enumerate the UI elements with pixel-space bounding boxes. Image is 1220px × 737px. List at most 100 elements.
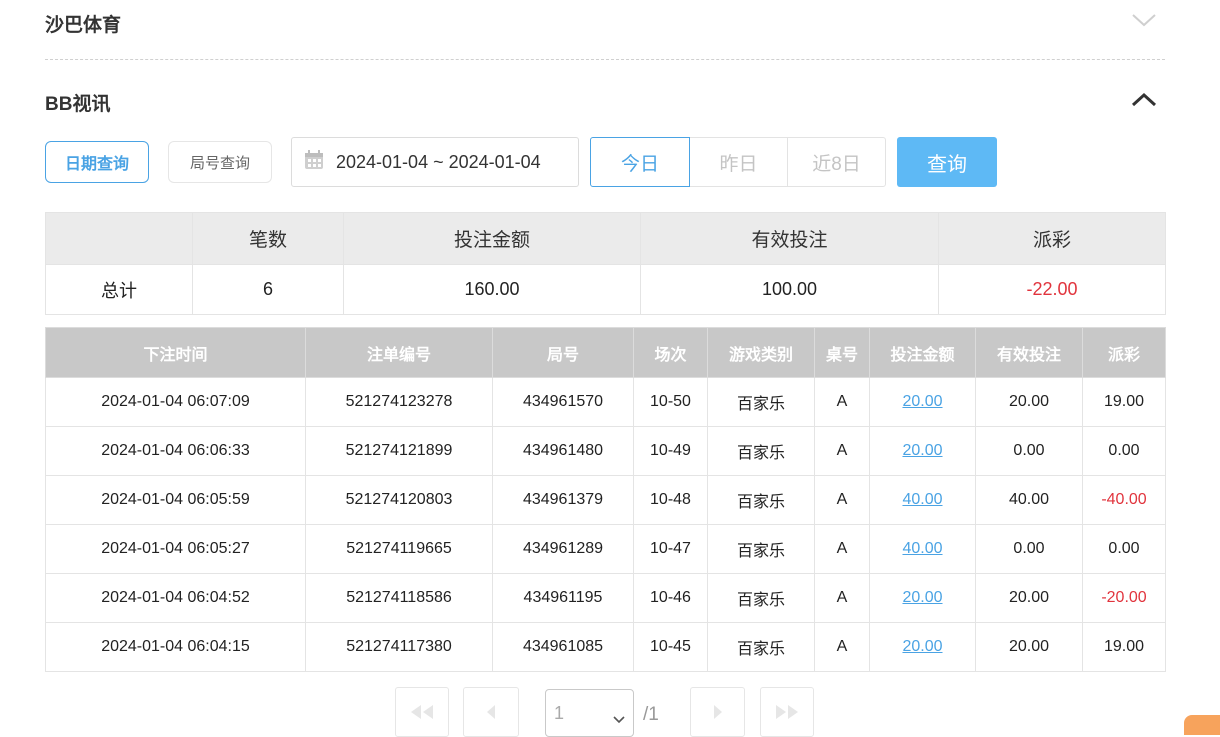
table-row: 2024-01-04 06:04:15 521274117380 4349610… <box>45 622 1166 672</box>
bet-amount-link[interactable]: 20.00 <box>869 573 976 623</box>
section-divider <box>45 59 1165 60</box>
bet-amount-link[interactable]: 20.00 <box>869 377 976 427</box>
bet-details-table: 下注时间 注单编号 局号 场次 游戏类别 桌号 投注金额 有效投注 派彩 202… <box>45 327 1166 672</box>
cell-round-no: 434961379 <box>492 475 634 525</box>
cell-table-no: A <box>814 377 870 427</box>
section-title-bbvideo[interactable]: BB视讯 <box>45 89 110 116</box>
cell-game-type: 百家乐 <box>707 475 815 525</box>
cell-valid-bet: 20.00 <box>975 622 1083 672</box>
cell-session: 10-49 <box>633 426 708 476</box>
cell-bet-time: 2024-01-04 06:06:33 <box>45 426 306 476</box>
cell-payout: 19.00 <box>1082 622 1166 672</box>
cell-ticket-no: 521274120803 <box>305 475 493 525</box>
col-header-game-type: 游戏类别 <box>707 327 815 378</box>
cell-session: 10-47 <box>633 524 708 574</box>
summary-valid: 100.00 <box>640 264 939 315</box>
summary-header-valid: 有效投注 <box>640 212 939 265</box>
cell-bet-time: 2024-01-04 06:05:59 <box>45 475 306 525</box>
date-range-picker[interactable]: 2024-01-04 ~ 2024-01-04 <box>291 137 579 187</box>
date-range-value: 2024-01-04 ~ 2024-01-04 <box>336 151 541 172</box>
cell-session: 10-45 <box>633 622 708 672</box>
table-row: 2024-01-04 06:04:52 521274118586 4349611… <box>45 573 1166 623</box>
cell-valid-bet: 40.00 <box>975 475 1083 525</box>
cell-round-no: 434961085 <box>492 622 634 672</box>
cell-valid-bet: 20.00 <box>975 377 1083 427</box>
next-page-button[interactable] <box>690 687 745 737</box>
first-page-button[interactable] <box>395 687 449 737</box>
cell-bet-time: 2024-01-04 06:07:09 <box>45 377 306 427</box>
query-button[interactable]: 查询 <box>897 137 997 187</box>
summary-bet: 160.00 <box>343 264 641 315</box>
cell-table-no: A <box>814 426 870 476</box>
cell-table-no: A <box>814 573 870 623</box>
cell-ticket-no: 521274123278 <box>305 377 493 427</box>
chevron-up-icon[interactable] <box>1131 92 1157 108</box>
summary-total-label: 总计 <box>45 264 193 315</box>
round-query-tab[interactable]: 局号查询 <box>168 141 272 183</box>
col-header-ticket-no: 注单编号 <box>305 327 493 378</box>
col-header-valid-bet: 有效投注 <box>975 327 1083 378</box>
cell-round-no: 434961195 <box>492 573 634 623</box>
cell-table-no: A <box>814 475 870 525</box>
summary-header-bet: 投注金额 <box>343 212 641 265</box>
cell-session: 10-48 <box>633 475 708 525</box>
cell-bet-time: 2024-01-04 06:04:15 <box>45 622 306 672</box>
quick-range-today[interactable]: 今日 <box>590 137 690 187</box>
chevron-right-icon <box>713 705 722 719</box>
cell-bet-time: 2024-01-04 06:04:52 <box>45 573 306 623</box>
cell-table-no: A <box>814 622 870 672</box>
summary-header-payout: 派彩 <box>938 212 1166 265</box>
cell-round-no: 434961289 <box>492 524 634 574</box>
summary-header-label <box>45 212 193 265</box>
cell-ticket-no: 521274118586 <box>305 573 493 623</box>
cell-payout: 0.00 <box>1082 426 1166 476</box>
chevron-down-icon <box>613 708 625 729</box>
cell-payout: 0.00 <box>1082 524 1166 574</box>
summary-table: 笔数 投注金额 有效投注 派彩 总计 6 160.00 100.00 -22.0… <box>45 212 1166 315</box>
double-chevron-right-icon <box>776 705 798 719</box>
cell-round-no: 434961480 <box>492 426 634 476</box>
cell-game-type: 百家乐 <box>707 426 815 476</box>
bet-amount-link[interactable]: 40.00 <box>869 475 976 525</box>
cell-game-type: 百家乐 <box>707 524 815 574</box>
quick-range-last-8-days[interactable]: 近8日 <box>787 137 886 187</box>
cell-bet-time: 2024-01-04 06:05:27 <box>45 524 306 574</box>
quick-range-yesterday[interactable]: 昨日 <box>689 137 788 187</box>
col-header-bet-amount: 投注金额 <box>869 327 976 378</box>
last-page-button[interactable] <box>760 687 814 737</box>
cell-payout: 19.00 <box>1082 377 1166 427</box>
cell-round-no: 434961570 <box>492 377 634 427</box>
page-select-value: 1 <box>554 702 565 723</box>
col-header-session: 场次 <box>633 327 708 378</box>
date-query-tab[interactable]: 日期查询 <box>45 141 149 183</box>
page-total: /1 <box>643 704 659 725</box>
summary-header-count: 笔数 <box>192 212 344 265</box>
chevron-left-icon <box>487 705 495 719</box>
cell-game-type: 百家乐 <box>707 622 815 672</box>
double-chevron-left-icon <box>411 705 433 719</box>
prev-page-button[interactable] <box>463 687 519 737</box>
cell-ticket-no: 521274121899 <box>305 426 493 476</box>
cell-valid-bet: 20.00 <box>975 573 1083 623</box>
col-header-table-no: 桌号 <box>814 327 870 378</box>
calendar-icon <box>304 149 324 175</box>
col-header-bet-time: 下注时间 <box>45 327 306 378</box>
cell-session: 10-46 <box>633 573 708 623</box>
page-select[interactable]: 1 <box>545 689 634 737</box>
cell-game-type: 百家乐 <box>707 377 815 427</box>
cell-session: 10-50 <box>633 377 708 427</box>
summary-payout: -22.00 <box>938 264 1166 315</box>
bet-amount-link[interactable]: 20.00 <box>869 426 976 476</box>
col-header-payout: 派彩 <box>1082 327 1166 378</box>
cell-valid-bet: 0.00 <box>975 524 1083 574</box>
section-title-sports[interactable]: 沙巴体育 <box>45 10 121 37</box>
floating-widget-icon[interactable] <box>1184 715 1220 735</box>
summary-row: 总计 6 160.00 100.00 -22.00 <box>45 264 1166 315</box>
cell-payout: -40.00 <box>1082 475 1166 525</box>
bet-amount-link[interactable]: 40.00 <box>869 524 976 574</box>
bet-amount-link[interactable]: 20.00 <box>869 622 976 672</box>
table-row: 2024-01-04 06:05:27 521274119665 4349612… <box>45 524 1166 574</box>
chevron-down-icon[interactable] <box>1131 12 1157 28</box>
cell-payout: -20.00 <box>1082 573 1166 623</box>
cell-game-type: 百家乐 <box>707 573 815 623</box>
